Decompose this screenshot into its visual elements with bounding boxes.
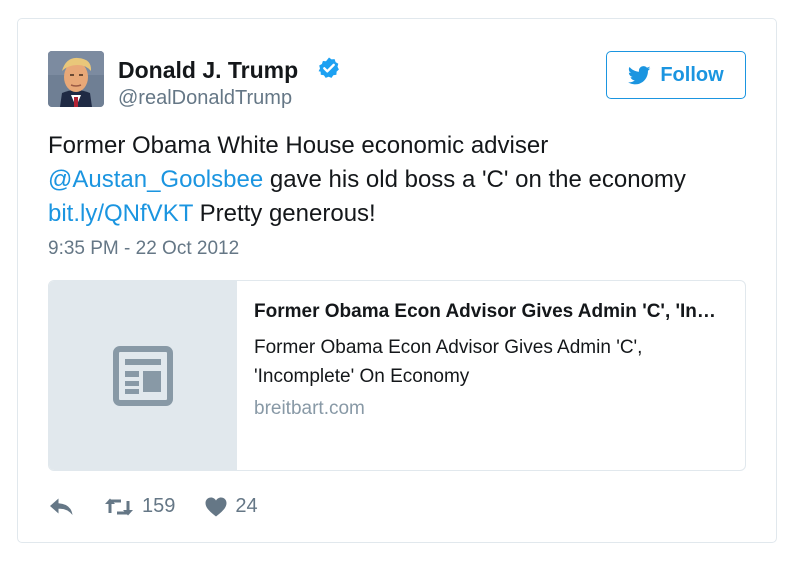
tweet-actions: 159 24 (48, 495, 258, 518)
tweet-text-line1: Former Obama White House economic advise… (48, 132, 549, 159)
like-count: 24 (235, 495, 258, 517)
link-card-description: Former Obama Econ Advisor Gives Admin 'C… (254, 337, 643, 387)
twitter-bird-icon (628, 65, 651, 84)
verified-badge-icon (318, 57, 339, 78)
retweet-button[interactable]: 159 (104, 495, 175, 518)
article-icon (113, 345, 173, 406)
short-link[interactable]: bit.ly/QNfVKT (48, 200, 193, 227)
tweet-card: Donald J. Trump @realDonaldTrump Follow … (17, 18, 777, 543)
author-handle[interactable]: @realDonaldTrump (118, 87, 292, 110)
retweet-icon (105, 498, 133, 515)
tweet-timestamp[interactable]: 9:35 PM - 22 Oct 2012 (48, 238, 239, 260)
link-card-title[interactable]: Former Obama Econ Advisor Gives Admin 'C… (254, 299, 725, 325)
like-button[interactable]: 24 (205, 495, 258, 518)
avatar-photo (48, 51, 104, 107)
tweet-text: Former Obama White House economic advise… (48, 129, 748, 231)
follow-button[interactable]: Follow (606, 51, 746, 99)
link-card-body: Former Obama Econ Advisor Gives Admin 'C… (237, 281, 745, 470)
link-thumbnail (49, 281, 237, 470)
tweet-text-line3: Pretty generous! (192, 200, 376, 227)
link-card-domain: breitbart.com (254, 398, 365, 419)
follow-label: Follow (660, 63, 724, 86)
author-name[interactable]: Donald J. Trump (118, 57, 298, 84)
avatar[interactable] (48, 51, 104, 107)
reply-button[interactable] (48, 496, 76, 518)
mention-link[interactable]: @Austan_Goolsbee (48, 166, 263, 193)
heart-icon (205, 497, 227, 516)
tweet-text-line2: gave his old boss a 'C' on the economy (263, 166, 686, 193)
reply-icon (50, 498, 73, 515)
link-preview-card[interactable]: Former Obama Econ Advisor Gives Admin 'C… (48, 280, 746, 471)
retweet-count: 159 (142, 495, 176, 517)
